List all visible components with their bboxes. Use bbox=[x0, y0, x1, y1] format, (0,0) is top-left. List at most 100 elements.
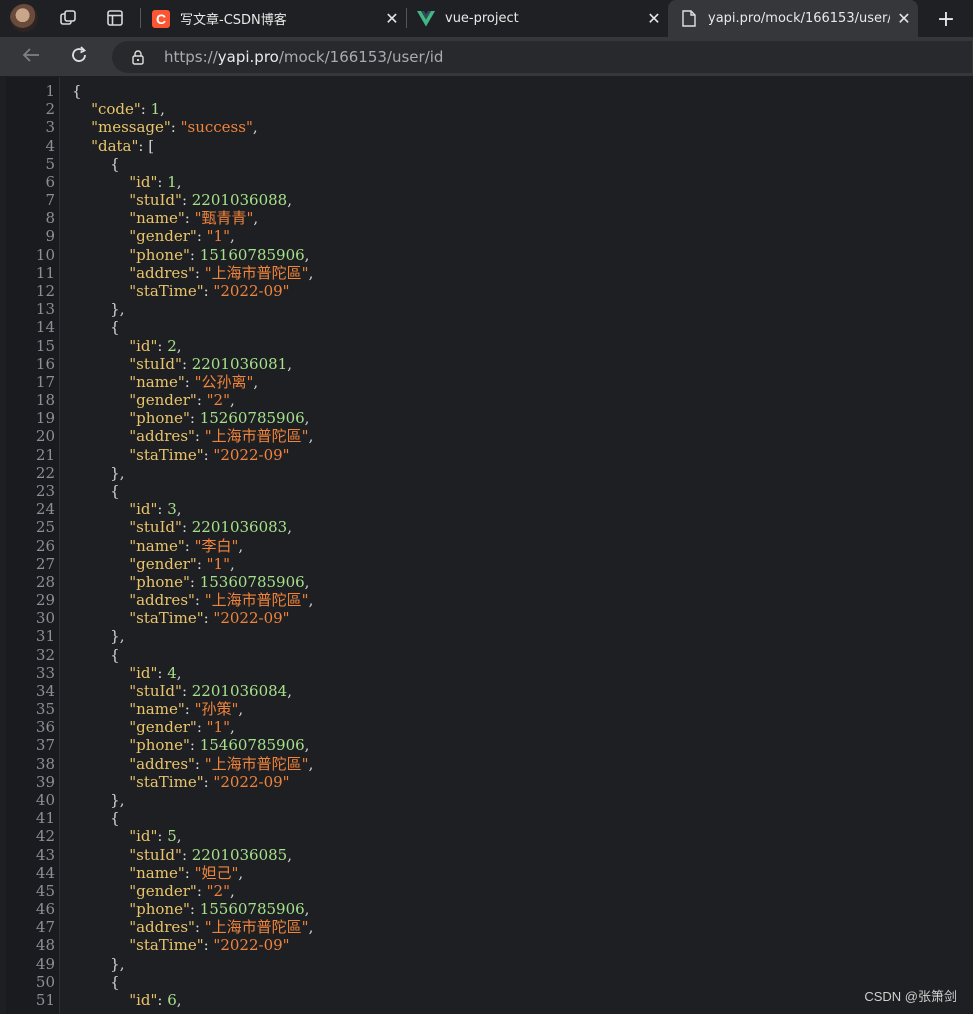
line-code: "name": "甄青青", bbox=[72, 209, 258, 227]
code-line: 38 "addres": "上海市普陀區", bbox=[6, 755, 966, 773]
code-line: 51 "id": 6, bbox=[6, 991, 966, 1009]
json-punctuation bbox=[72, 682, 129, 700]
code-line: 49 }, bbox=[6, 955, 966, 973]
json-number: 2201036088 bbox=[191, 191, 288, 210]
code-line: 25 "stuId": 2201036083, bbox=[6, 518, 966, 536]
code-line: 11 "addres": "上海市普陀區", bbox=[6, 264, 966, 282]
json-punctuation: : bbox=[181, 845, 192, 864]
json-punctuation: : bbox=[184, 700, 195, 719]
close-tab-icon[interactable]: ✕ bbox=[384, 9, 400, 28]
json-punctuation bbox=[72, 337, 129, 355]
json-punctuation bbox=[72, 827, 129, 845]
workspaces-icon[interactable] bbox=[59, 9, 77, 27]
code-line: 20 "addres": "上海市普陀區", bbox=[6, 427, 966, 445]
line-code: { bbox=[72, 155, 120, 173]
line-code: "phone": 15360785906, bbox=[72, 573, 309, 591]
line-number: 38 bbox=[35, 754, 55, 773]
url-path: /mock/166153/user/id bbox=[278, 48, 444, 66]
json-punctuation bbox=[72, 718, 129, 736]
line-code: "id": 3, bbox=[72, 500, 181, 519]
json-punctuation: : [ bbox=[138, 136, 155, 155]
line-number: 2 bbox=[45, 100, 55, 119]
tab-vue-project[interactable]: vue-project ✕ bbox=[417, 0, 662, 37]
json-punctuation bbox=[72, 537, 129, 555]
tab-yapi-mock[interactable]: yapi.pro/mock/166153/user/id ✕ bbox=[668, 0, 918, 37]
json-key: "addres" bbox=[129, 591, 195, 610]
json-punctuation bbox=[72, 591, 129, 609]
line-code: "staTime": "2022-09" bbox=[72, 445, 289, 464]
address-bar[interactable]: https://yapi.pro/mock/166153/user/id bbox=[112, 41, 972, 73]
line-number: 30 bbox=[35, 609, 55, 628]
line-number: 42 bbox=[35, 827, 55, 846]
json-punctuation: : bbox=[189, 572, 200, 591]
csdn-watermark: CSDN @张箫剑 bbox=[864, 989, 957, 1004]
json-key: "id" bbox=[129, 336, 158, 355]
json-punctuation: , bbox=[229, 881, 235, 900]
line-number: 49 bbox=[35, 954, 55, 973]
line-number: 16 bbox=[35, 354, 55, 373]
code-line: 4 "data": [ bbox=[6, 137, 966, 155]
line-code: { bbox=[72, 646, 120, 664]
json-punctuation: : bbox=[196, 881, 207, 900]
line-code: "stuId": 2201036084, bbox=[72, 682, 292, 700]
json-key: "staTime" bbox=[129, 281, 204, 300]
json-punctuation: : bbox=[184, 372, 195, 391]
line-number: 46 bbox=[35, 900, 55, 919]
json-punctuation: , bbox=[304, 736, 310, 755]
close-tab-icon[interactable]: ✕ bbox=[896, 9, 912, 28]
json-punctuation bbox=[72, 137, 91, 155]
json-key: "staTime" bbox=[129, 772, 204, 791]
line-code: "code": 1, bbox=[72, 100, 165, 118]
json-punctuation bbox=[72, 518, 129, 536]
json-punctuation: : bbox=[157, 827, 168, 846]
json-punctuation bbox=[72, 118, 91, 136]
json-key: "phone" bbox=[129, 409, 190, 428]
json-punctuation: { bbox=[72, 481, 120, 500]
json-key: "staTime" bbox=[129, 609, 204, 628]
page-icon bbox=[680, 10, 698, 28]
json-key: "staTime" bbox=[129, 445, 204, 464]
line-number: 48 bbox=[35, 936, 55, 955]
json-string: "公孙离" bbox=[194, 372, 254, 391]
json-punctuation: : bbox=[189, 900, 200, 919]
line-code: "phone": 15260785906, bbox=[72, 409, 309, 427]
tab-csdn[interactable]: C 写文章-CSDN博客 ✕ bbox=[152, 0, 400, 37]
json-string: "1" bbox=[206, 227, 230, 246]
json-punctuation: , bbox=[304, 409, 310, 428]
json-string: "孙策" bbox=[194, 700, 239, 719]
json-punctuation bbox=[72, 246, 129, 264]
json-punctuation: : bbox=[203, 281, 214, 300]
code-line: 33 "id": 4, bbox=[6, 664, 966, 682]
json-punctuation bbox=[72, 918, 129, 936]
line-code: { bbox=[72, 973, 120, 991]
json-string: "甄青青" bbox=[194, 209, 254, 228]
reload-button[interactable] bbox=[67, 45, 91, 69]
json-punctuation: : bbox=[157, 500, 168, 519]
json-number: 5 bbox=[167, 827, 177, 846]
json-punctuation bbox=[72, 173, 129, 191]
code-line: 9 "gender": "1", bbox=[6, 227, 966, 245]
json-viewer[interactable]: 1{2 "code": 1, 3 "message": "success", 4 "… bbox=[6, 77, 973, 1014]
json-number: 15260785906 bbox=[199, 409, 305, 428]
json-key: "addres" bbox=[129, 427, 195, 446]
line-number: 17 bbox=[35, 372, 55, 391]
line-number: 44 bbox=[35, 863, 55, 882]
line-number: 7 bbox=[45, 191, 55, 210]
tab-actions-icon[interactable] bbox=[106, 9, 124, 27]
line-number: 31 bbox=[35, 627, 55, 646]
line-number: 5 bbox=[45, 154, 55, 173]
profile-avatar[interactable] bbox=[10, 4, 38, 32]
code-line: 19 "phone": 15260785906, bbox=[6, 409, 966, 427]
json-key: "name" bbox=[129, 372, 185, 391]
json-punctuation: : bbox=[196, 227, 207, 246]
line-number: 45 bbox=[35, 881, 55, 900]
json-key: "phone" bbox=[129, 736, 190, 755]
site-info-icon[interactable] bbox=[130, 49, 146, 65]
line-code: "addres": "上海市普陀區", bbox=[72, 264, 313, 282]
new-tab-button[interactable]: + bbox=[933, 6, 959, 32]
json-number: 1 bbox=[167, 172, 177, 191]
json-punctuation: : bbox=[184, 536, 195, 555]
back-button[interactable] bbox=[19, 45, 43, 69]
close-tab-icon[interactable]: ✕ bbox=[646, 9, 662, 28]
json-key: "stuId" bbox=[129, 845, 182, 864]
